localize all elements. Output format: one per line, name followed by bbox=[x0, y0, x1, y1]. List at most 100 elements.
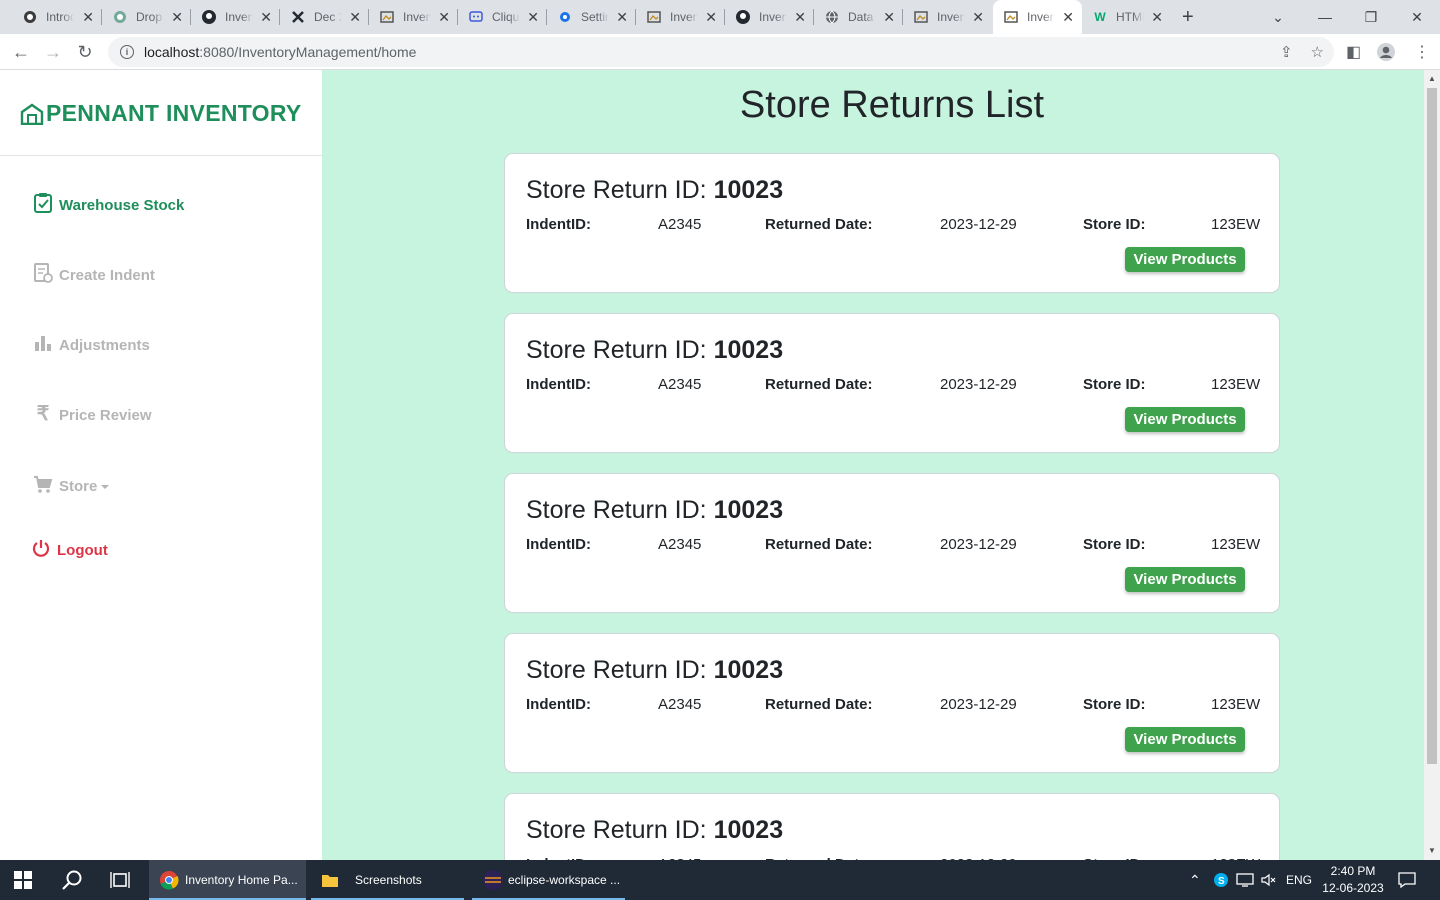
sidebar-item-price-review[interactable]: ₹ Price Review bbox=[32, 402, 152, 425]
bookmark-star-icon[interactable]: ☆ bbox=[1311, 43, 1324, 61]
returned-date-label: Returned Date: bbox=[765, 376, 873, 393]
store-id-value: 123EW bbox=[1211, 376, 1261, 393]
sidebar-item-warehouse-stock[interactable]: Warehouse Stock bbox=[32, 192, 184, 214]
sidebar-item-store[interactable]: Store bbox=[32, 473, 110, 495]
close-tab-icon[interactable]: ✕ bbox=[616, 9, 628, 25]
image-icon bbox=[379, 9, 395, 25]
view-products-button[interactable]: View Products bbox=[1125, 727, 1245, 752]
browser-tab[interactable]: Introduction ✕ bbox=[12, 0, 102, 34]
sidebar-item-create-indent[interactable]: Create Indent bbox=[32, 262, 155, 284]
close-tab-icon[interactable]: ✕ bbox=[171, 9, 183, 25]
close-tab-icon[interactable]: ✕ bbox=[1151, 9, 1163, 25]
browser-tab[interactable]: Inventory ✕ bbox=[191, 0, 280, 34]
view-products-button[interactable]: View Products bbox=[1125, 567, 1245, 592]
store-id-value: 123EW bbox=[1211, 216, 1261, 233]
close-tab-icon[interactable]: ✕ bbox=[349, 9, 361, 25]
view-products-button[interactable]: View Products bbox=[1125, 407, 1245, 432]
close-tab-icon[interactable]: ✕ bbox=[972, 9, 984, 25]
browser-tab[interactable]: W HTML ✕ bbox=[1082, 0, 1171, 34]
page-scrollbar[interactable]: ▲ ▼ bbox=[1424, 70, 1440, 860]
store-return-card: Store Return ID: 10023 IndentID: A2345 R… bbox=[504, 153, 1280, 293]
clipboard-check-icon bbox=[32, 192, 54, 214]
taskbar-app-label: eclipse-workspace ... bbox=[508, 873, 621, 887]
returned-date-label: Returned Date: bbox=[765, 216, 873, 233]
close-window-icon[interactable]: ✕ bbox=[1394, 0, 1440, 34]
scroll-down-arrow-icon[interactable]: ▼ bbox=[1428, 846, 1436, 855]
profile-avatar-icon[interactable] bbox=[1376, 42, 1396, 67]
browser-tab[interactable]: Data ✕ bbox=[814, 0, 903, 34]
menu-kebab-icon[interactable]: ⋮ bbox=[1414, 42, 1430, 62]
indent-id-value: A2345 bbox=[658, 376, 702, 393]
indent-id-label: IndentID: bbox=[526, 376, 591, 393]
address-bar[interactable]: i localhost:8080/InventoryManagement/hom… bbox=[108, 37, 1334, 67]
minimize-icon[interactable]: ― bbox=[1302, 0, 1348, 34]
store-id-label: Store ID: bbox=[1083, 536, 1146, 553]
language-indicator[interactable]: ENG bbox=[1286, 860, 1312, 900]
close-tab-icon[interactable]: ✕ bbox=[438, 9, 450, 25]
volume-muted-icon[interactable] bbox=[1261, 860, 1277, 900]
tab-title: Drop bbox=[136, 10, 163, 24]
browser-tab[interactable]: Inventory ✕ bbox=[903, 0, 992, 34]
network-icon[interactable] bbox=[1236, 860, 1254, 900]
image-icon bbox=[1003, 9, 1019, 25]
taskbar-app-label: Screenshots bbox=[355, 873, 422, 887]
taskbar-app-chrome[interactable]: Inventory Home Pa... bbox=[149, 860, 306, 900]
browser-tab[interactable]: Inventory ✕ bbox=[636, 0, 725, 34]
task-view-icon[interactable] bbox=[110, 860, 130, 900]
close-tab-icon[interactable]: ✕ bbox=[794, 9, 806, 25]
search-icon[interactable] bbox=[61, 860, 83, 900]
share-icon[interactable]: ⇪ bbox=[1280, 43, 1293, 61]
sidebar-item-adjustments[interactable]: Adjustments bbox=[32, 332, 150, 354]
forward-arrow-icon[interactable]: → bbox=[41, 40, 65, 64]
tool-icon bbox=[290, 9, 306, 25]
rupee-icon: ₹ bbox=[36, 402, 50, 425]
store-id-label: Store ID: bbox=[1083, 696, 1146, 713]
scroll-up-arrow-icon[interactable]: ▲ bbox=[1428, 74, 1436, 83]
store-return-card: Store Return ID: 10023 IndentID: A2345 R… bbox=[504, 793, 1280, 860]
taskbar-app-eclipse[interactable]: eclipse-workspace ... bbox=[472, 860, 625, 900]
clock[interactable]: 2:40 PM 12-06-2023 bbox=[1318, 863, 1388, 897]
close-tab-icon[interactable]: ✕ bbox=[82, 9, 94, 25]
browser-tab[interactable]: Inventory ✕ bbox=[725, 0, 814, 34]
scrollbar-thumb[interactable] bbox=[1427, 88, 1437, 764]
new-tab-plus-icon[interactable]: + bbox=[1182, 6, 1194, 29]
store-return-id: Store Return ID: 10023 bbox=[526, 816, 784, 844]
skype-icon[interactable]: S bbox=[1213, 860, 1229, 900]
sidebar: PENNANT INVENTORY Warehouse Stock Create… bbox=[0, 70, 322, 860]
windows-start-icon[interactable] bbox=[14, 860, 32, 900]
indent-id-label: IndentID: bbox=[526, 216, 591, 233]
url-path: :8080/InventoryManagement/home bbox=[199, 44, 417, 60]
browser-tab[interactable]: Drop ✕ bbox=[102, 0, 191, 34]
side-panel-icon[interactable]: ◧ bbox=[1346, 42, 1361, 62]
store-return-id: Store Return ID: 10023 bbox=[526, 656, 784, 684]
taskbar-app-explorer[interactable]: Screenshots bbox=[311, 860, 464, 900]
back-arrow-icon[interactable]: ← bbox=[9, 40, 33, 64]
folder-icon bbox=[322, 875, 338, 887]
close-tab-icon[interactable]: ✕ bbox=[883, 9, 895, 25]
brand-logo[interactable]: PENNANT INVENTORY bbox=[20, 100, 302, 127]
github-icon bbox=[735, 9, 751, 25]
url-host: localhost bbox=[144, 44, 200, 60]
notification-icon[interactable] bbox=[1398, 860, 1416, 900]
site-info-icon[interactable]: i bbox=[120, 45, 134, 59]
close-tab-icon[interactable]: ✕ bbox=[527, 9, 539, 25]
browser-tab[interactable]: Dec 2 ✕ bbox=[280, 0, 369, 34]
browser-tab[interactable]: Clique ✕ bbox=[458, 0, 547, 34]
reload-icon[interactable]: ↻ bbox=[73, 40, 97, 64]
close-tab-icon[interactable]: ✕ bbox=[705, 9, 717, 25]
image-icon bbox=[913, 9, 929, 25]
tab-title: Clique bbox=[492, 10, 520, 24]
browser-tab-active[interactable]: Inventory ✕ bbox=[993, 0, 1082, 34]
browser-tab[interactable]: Inventory ✕ bbox=[369, 0, 458, 34]
restore-icon[interactable]: ❐ bbox=[1348, 0, 1394, 34]
close-tab-icon[interactable]: ✕ bbox=[260, 9, 272, 25]
tab-search-chevron-icon[interactable]: ⌄ bbox=[1255, 0, 1301, 34]
indent-id-value: A2345 bbox=[658, 696, 702, 713]
store-return-card: Store Return ID: 10023 IndentID: A2345 R… bbox=[504, 633, 1280, 773]
logout-link[interactable]: Logout bbox=[30, 537, 108, 559]
close-tab-icon[interactable]: ✕ bbox=[1062, 9, 1074, 25]
tray-chevron-icon[interactable]: ⌃ bbox=[1189, 860, 1201, 900]
windows-taskbar: Inventory Home Pa... Screenshots eclipse… bbox=[0, 860, 1440, 900]
browser-tab[interactable]: Settings ✕ bbox=[547, 0, 636, 34]
view-products-button[interactable]: View Products bbox=[1125, 247, 1245, 272]
